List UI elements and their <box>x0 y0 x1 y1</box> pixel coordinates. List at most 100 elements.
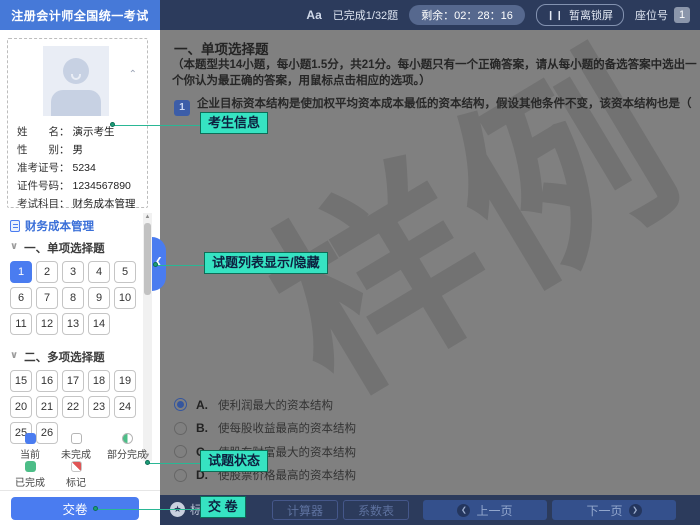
question-number-10[interactable]: 10 <box>114 287 136 309</box>
candidate-info-card: ⌃ 姓 名：演示考生性 别：男准考证号：5234证件号码：1234567890考… <box>7 38 148 208</box>
done-status-icon <box>25 461 36 472</box>
radio-icon[interactable] <box>174 469 187 482</box>
question-number-23[interactable]: 23 <box>88 396 110 418</box>
question-number-15[interactable]: 15 <box>10 370 32 392</box>
subject-label: 财务成本管理 <box>25 218 94 234</box>
sidebar-scrollbar[interactable]: ▲ ▼ <box>143 213 152 461</box>
question-number-18[interactable]: 18 <box>88 370 110 392</box>
undone-status-icon <box>71 433 82 444</box>
section-header-2[interactable]: ∨ 二、多项选择题 <box>10 347 138 367</box>
question-number-21[interactable]: 21 <box>36 396 58 418</box>
top-bar: 注册会计师全国统一考试 Aa 已完成1/32题 剩余：02：28：16 ❙❙暂离… <box>0 0 700 30</box>
sample-watermark: 样例 <box>242 31 700 424</box>
candidate-photo <box>43 46 109 116</box>
question-number-5[interactable]: 5 <box>114 261 136 283</box>
question-number-6[interactable]: 6 <box>10 287 32 309</box>
scrollbar-thumb[interactable] <box>144 223 151 295</box>
seat-label: 座位号 <box>635 7 668 23</box>
field-value: 男 <box>73 144 84 157</box>
field-value: 1234567890 <box>73 180 131 193</box>
partial-status-icon <box>122 433 133 444</box>
pause-icon: ❙❙ <box>547 10 564 21</box>
exam-title: 注册会计师全国统一考试 <box>0 0 160 30</box>
question-number-12[interactable]: 12 <box>36 313 58 335</box>
question-number-3[interactable]: 3 <box>62 261 84 283</box>
annotation-dot <box>153 262 158 267</box>
previous-page-button[interactable]: ❮ 上一页 <box>423 500 547 520</box>
divider <box>0 490 160 491</box>
radio-icon[interactable] <box>174 445 187 458</box>
question-number-badge: 1 <box>174 100 190 116</box>
coefficient-table-button[interactable]: 系数表 <box>343 500 409 520</box>
status-legend: 当前 未完成 部分完成 已完成 标记 <box>8 433 156 489</box>
question-number-1[interactable]: 1 <box>10 261 32 283</box>
legend-undone: 未完成 <box>52 433 100 461</box>
question-grid-single: 1234567891011121314 <box>10 261 138 335</box>
sidebar: ⌃ 姓 名：演示考生性 别：男准考证号：5234证件号码：1234567890考… <box>0 30 160 525</box>
collapse-info-chevron-icon[interactable]: ⌃ <box>129 69 137 80</box>
question-number-13[interactable]: 13 <box>62 313 84 335</box>
chevron-down-icon: ∨ <box>10 241 18 252</box>
annotation-line <box>97 509 200 510</box>
lock-screen-button[interactable]: ❙❙暂离锁屏 <box>536 4 624 26</box>
annotation-dot <box>93 506 98 511</box>
field-label: 性 别： <box>17 144 70 157</box>
question-navigator: 财务成本管理 ∨ 一、单项选择题 1234567891011121314 ∨ 二… <box>10 216 138 444</box>
progress-text: 已完成1/32题 <box>333 7 398 23</box>
options-list: A. 使利润最大的资本结构 B. 使每股收益最高的资本结构 C. 使股东财富最大… <box>174 393 356 487</box>
annotation-dot <box>110 122 115 127</box>
candidate-field-row: 准考证号：5234 <box>8 159 147 177</box>
calculator-button[interactable]: 计算器 <box>272 500 338 520</box>
annotation-label: 试题状态 <box>200 450 268 472</box>
candidate-field-row: 性 别：男 <box>8 141 147 159</box>
legend-marked: 标记 <box>52 461 100 489</box>
section-instructions: （本题型共14小题，每小题1.5分，共21分。每小题只有一个正确答案，请从每小题… <box>172 57 699 89</box>
document-icon <box>10 220 20 232</box>
field-label: 准考证号： <box>17 162 70 175</box>
question-number-14[interactable]: 14 <box>88 313 110 335</box>
legend-done: 已完成 <box>8 461 52 489</box>
arrow-right-icon: ❯ <box>629 504 642 517</box>
option-b[interactable]: B. 使每股收益最高的资本结构 <box>174 417 356 441</box>
legend-current: 当前 <box>8 433 52 461</box>
time-remaining-badge: 剩余：02：28：16 <box>409 5 525 25</box>
section-title: 一、单项选择题 <box>174 38 269 58</box>
annotation-label: 交 卷 <box>200 496 246 518</box>
arrow-left-icon: ❮ <box>457 504 470 517</box>
question-number-17[interactable]: 17 <box>62 370 84 392</box>
current-status-icon <box>25 433 36 444</box>
option-a[interactable]: A. 使利润最大的资本结构 <box>174 393 356 417</box>
question-number-16[interactable]: 16 <box>36 370 58 392</box>
field-label: 姓 名： <box>17 126 70 139</box>
question-number-9[interactable]: 9 <box>88 287 110 309</box>
annotation-line <box>157 265 204 266</box>
annotation-label: 考生信息 <box>200 112 268 134</box>
candidate-field-row: 考试科目：财务成本管理 <box>8 196 147 214</box>
question-number-11[interactable]: 11 <box>10 313 32 335</box>
candidate-field-row: 证件号码：1234567890 <box>8 178 147 196</box>
annotation-line <box>149 463 200 464</box>
font-size-icon[interactable]: Aa <box>306 8 321 22</box>
question-number-22[interactable]: 22 <box>62 396 84 418</box>
question-number-19[interactable]: 19 <box>114 370 136 392</box>
next-page-button[interactable]: 下一页 ❯ <box>552 500 676 520</box>
annotation-dot <box>145 460 150 465</box>
question-number-4[interactable]: 4 <box>88 261 110 283</box>
radio-icon[interactable] <box>174 422 187 435</box>
question-number-20[interactable]: 20 <box>10 396 32 418</box>
scroll-up-icon[interactable]: ▲ <box>143 213 152 222</box>
chevron-down-icon: ∨ <box>10 350 18 361</box>
question-number-7[interactable]: 7 <box>36 287 58 309</box>
field-label: 证件号码： <box>17 180 70 193</box>
question-number-8[interactable]: 8 <box>62 287 84 309</box>
annotation-line <box>114 125 200 126</box>
marked-status-icon <box>71 461 82 472</box>
question-number-2[interactable]: 2 <box>36 261 58 283</box>
field-value: 演示考生 <box>73 126 115 139</box>
question-number-24[interactable]: 24 <box>114 396 136 418</box>
field-label: 考试科目： <box>17 198 70 211</box>
section-header-1[interactable]: ∨ 一、单项选择题 <box>10 238 138 258</box>
radio-selected-icon[interactable] <box>174 398 187 411</box>
legend-partial: 部分完成 <box>100 433 154 461</box>
seat-number-badge: 1 <box>674 7 690 23</box>
